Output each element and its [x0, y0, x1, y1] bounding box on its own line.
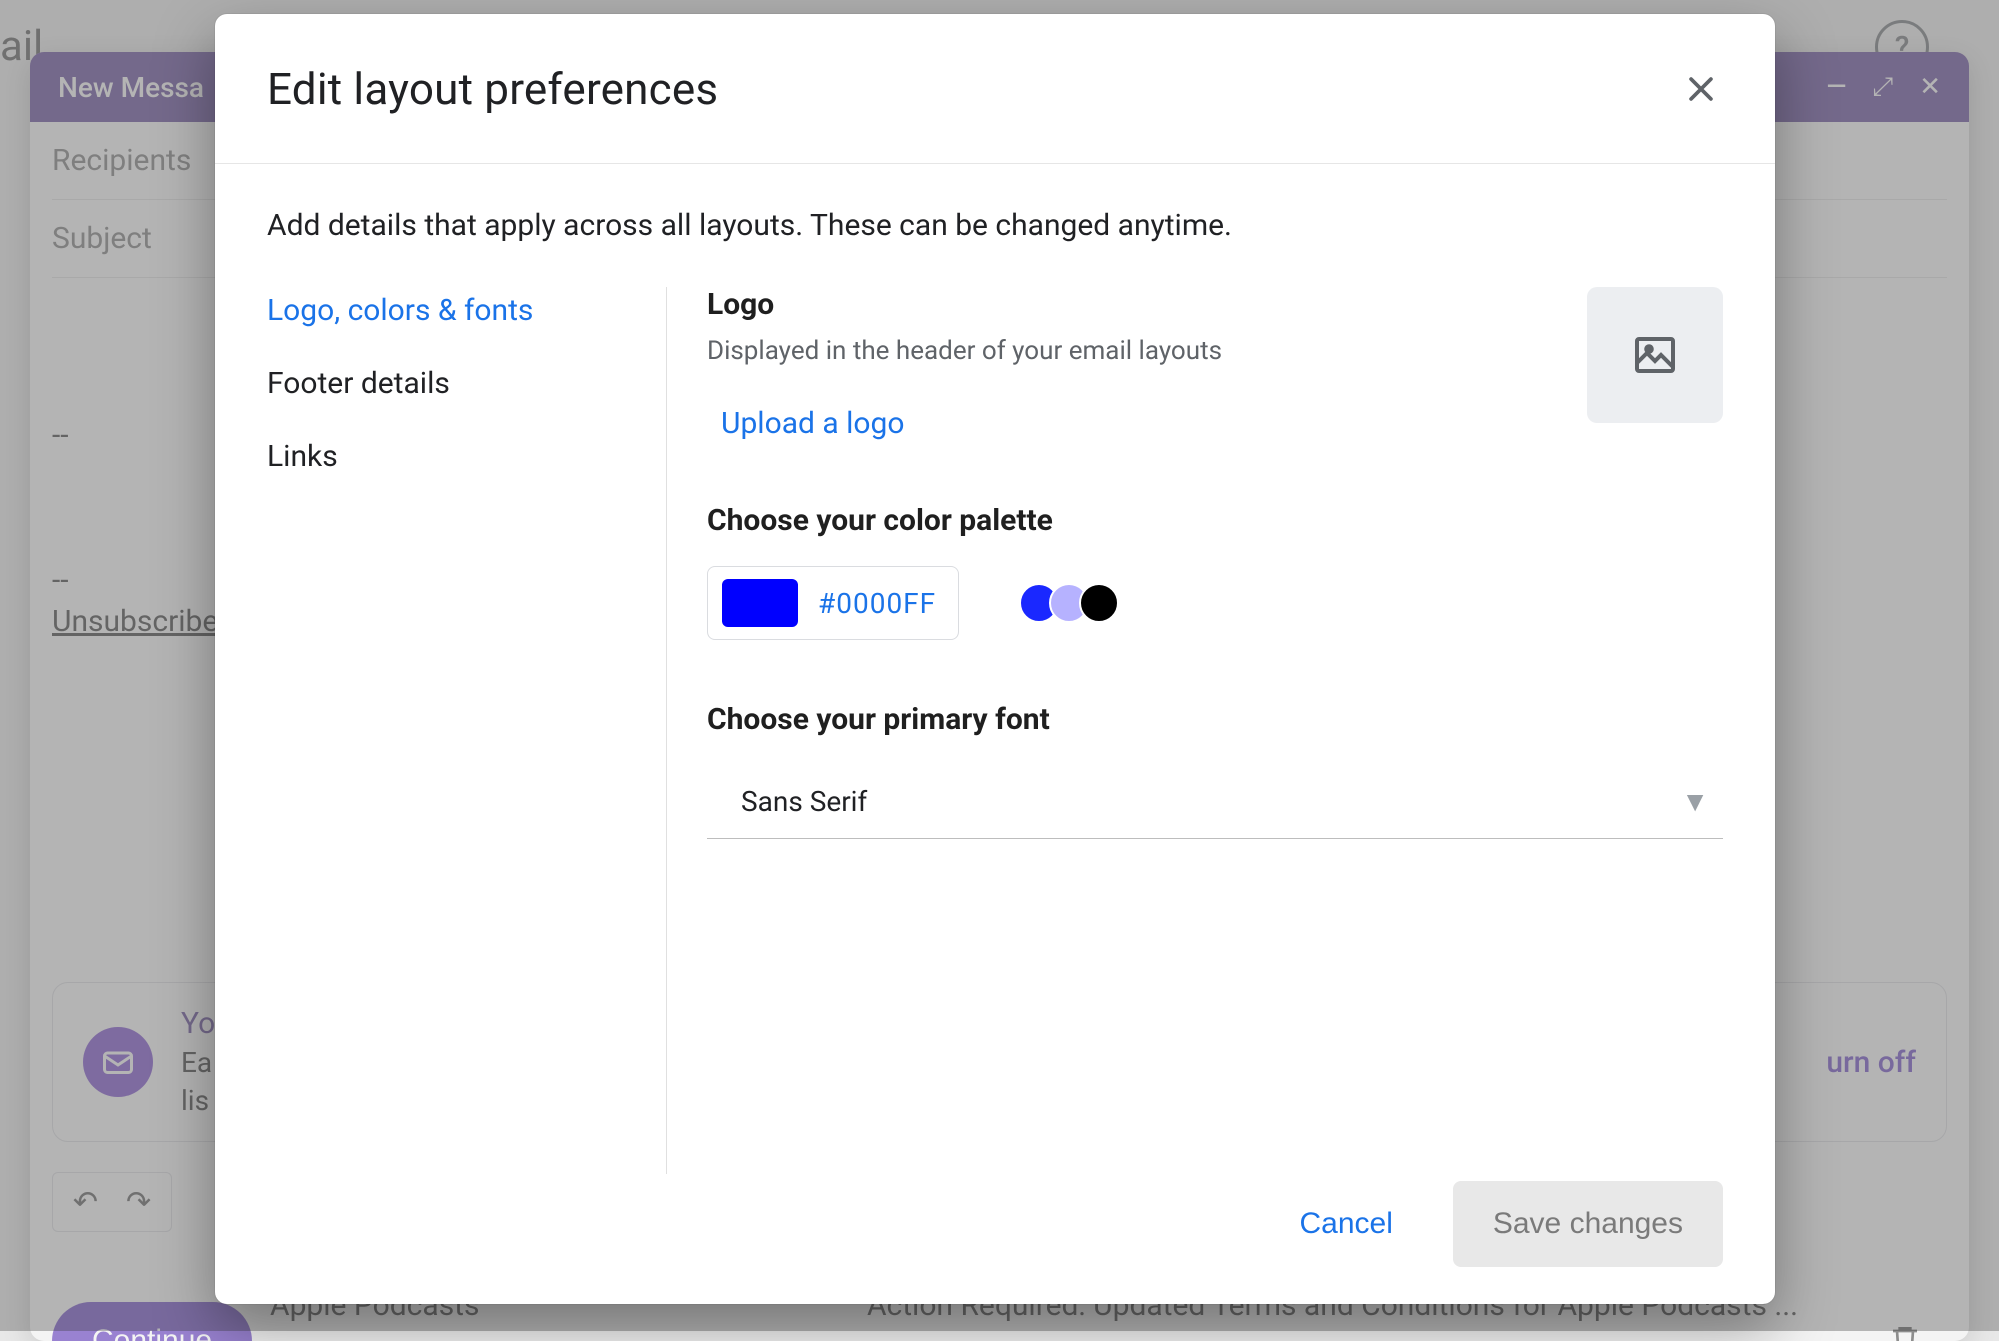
- nav-item-links[interactable]: Links: [267, 439, 666, 474]
- color-hex-input[interactable]: #0000FF: [707, 566, 959, 640]
- dialog-title: Edit layout preferences: [267, 63, 718, 115]
- section-font-title: Choose your primary font: [707, 702, 1723, 737]
- save-changes-button[interactable]: Save changes: [1453, 1181, 1723, 1267]
- logo-preview-placeholder[interactable]: [1587, 287, 1723, 423]
- section-palette-title: Choose your color palette: [707, 503, 1723, 538]
- section-logo-title: Logo: [707, 287, 1567, 322]
- upload-logo-button[interactable]: Upload a logo: [721, 406, 905, 441]
- primary-font-value: Sans Serif: [741, 785, 867, 818]
- section-logo-subtitle: Displayed in the header of your email la…: [707, 336, 1567, 366]
- close-icon: [1684, 72, 1718, 106]
- primary-font-select[interactable]: Sans Serif ▼: [707, 765, 1723, 839]
- close-dialog-button[interactable]: [1679, 67, 1723, 111]
- preferences-side-nav: Logo, colors & fonts Footer details Link…: [267, 287, 667, 1174]
- dialog-footer: Cancel Save changes: [215, 1174, 1775, 1304]
- image-icon: [1631, 331, 1679, 379]
- palette-preview-dots: [1019, 583, 1119, 623]
- color-hex-value: #0000FF: [818, 587, 936, 620]
- color-swatch: [722, 579, 798, 627]
- nav-item-footer-details[interactable]: Footer details: [267, 366, 666, 401]
- chevron-down-icon: ▼: [1681, 785, 1709, 818]
- palette-dot-3: [1079, 583, 1119, 623]
- cancel-button[interactable]: Cancel: [1273, 1189, 1418, 1259]
- edit-layout-preferences-dialog: Edit layout preferences Add details that…: [215, 14, 1775, 1304]
- nav-item-logo-colors-fonts[interactable]: Logo, colors & fonts: [267, 293, 666, 328]
- preferences-content: Logo Displayed in the header of your ema…: [667, 287, 1723, 1174]
- dialog-intro-text: Add details that apply across all layout…: [267, 208, 1723, 243]
